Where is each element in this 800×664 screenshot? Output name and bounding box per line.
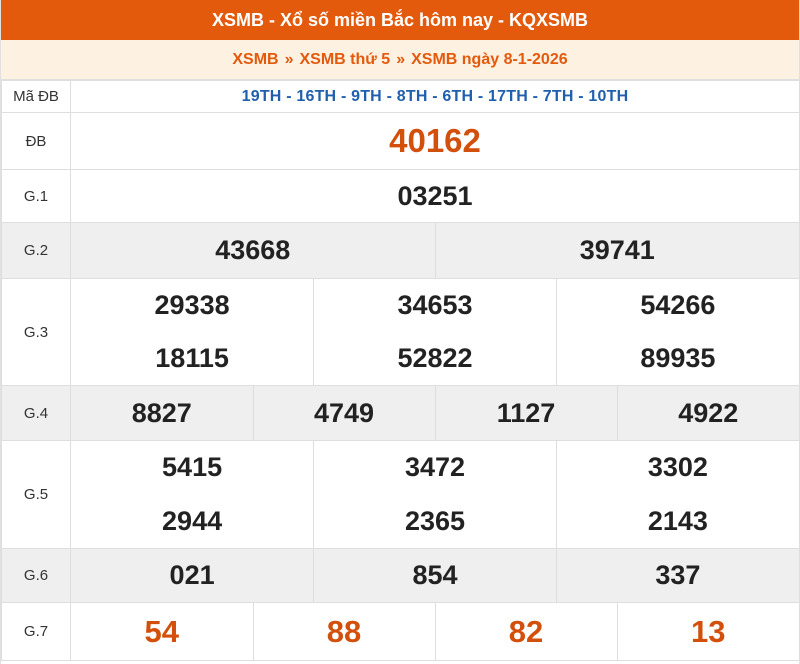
prize-g5-number: 3472 — [313, 441, 557, 494]
row-ma-db: Mã ĐB 19TH - 16TH - 9TH - 8TH - 6TH - 17… — [1, 80, 800, 113]
prize-g6-number: 021 — [71, 549, 314, 602]
prize-db-number: 40162 — [70, 112, 800, 170]
label-g3: G.3 — [1, 278, 71, 386]
prize-g3-number: 34653 — [313, 279, 557, 332]
label-ma-db: Mã ĐB — [1, 80, 71, 113]
prize-g7-number: 13 — [616, 603, 799, 660]
row-g1: G.1 03251 — [1, 169, 800, 223]
prize-g5-number: 2944 — [162, 505, 223, 536]
label-g1: G.1 — [1, 169, 71, 223]
breadcrumb-link-xsmb[interactable]: XSMB — [232, 51, 278, 69]
prize-g4-number: 8827 — [71, 386, 253, 440]
special-codes: 19TH - 16TH - 9TH - 8TH - 6TH - 17TH - 7… — [70, 80, 800, 113]
row-g6: G.6 021 854 337 — [1, 548, 800, 603]
prize-g7-number: 54 — [144, 613, 179, 649]
prize-g5-number: 5415 — [162, 452, 223, 482]
breadcrumb-separator: » — [396, 50, 406, 68]
prize-g5-number: 2365 — [313, 494, 557, 548]
prize-g3-number: 89935 — [555, 332, 799, 385]
breadcrumb-separator: » — [284, 50, 294, 68]
prize-g1-number: 03251 — [70, 169, 800, 223]
results-table: Mã ĐB 19TH - 16TH - 9TH - 8TH - 6TH - 17… — [1, 80, 800, 661]
results-title: XSMB - Xổ số miền Bắc hôm nay - KQXSMB — [1, 0, 799, 40]
prize-g4-number: 4922 — [616, 386, 799, 440]
prize-g3-number: 18115 — [155, 343, 229, 373]
prize-g2-number: 43668 — [71, 223, 435, 278]
label-g6: G.6 — [1, 548, 71, 603]
breadcrumb: XSMB » XSMB thứ 5 » XSMB ngày 8-1-2026 — [1, 40, 799, 80]
prize-g4-number: 1127 — [434, 386, 617, 440]
prize-g6-number: 854 — [313, 549, 557, 602]
row-g4: G.4 8827 4749 1127 4922 — [1, 385, 800, 441]
row-db: ĐB 40162 — [1, 112, 800, 170]
prize-g3-number: 29338 — [154, 290, 230, 320]
row-g3: G.3 29338 34653 54266 18115 52822 89935 — [1, 278, 800, 386]
breadcrumb-link-xsmb-ngay[interactable]: XSMB ngày 8-1-2026 — [411, 51, 568, 69]
row-g2: G.2 43668 39741 — [1, 222, 800, 279]
row-g7: G.7 54 88 82 13 — [1, 602, 800, 661]
prize-g7-number: 88 — [252, 603, 435, 660]
prize-g3-number: 52822 — [313, 332, 557, 385]
label-db: ĐB — [1, 112, 71, 170]
prize-g4-number: 4749 — [252, 386, 435, 440]
prize-g2-number: 39741 — [434, 223, 799, 278]
prize-g3-number: 54266 — [555, 279, 799, 332]
prize-g7-number: 82 — [434, 603, 617, 660]
label-g7: G.7 — [1, 602, 71, 661]
prize-g5-number: 2143 — [555, 494, 799, 548]
breadcrumb-link-xsmb-thu-5[interactable]: XSMB thứ 5 — [300, 51, 391, 69]
lottery-results-widget: XSMB - Xổ số miền Bắc hôm nay - KQXSMB X… — [0, 0, 800, 664]
row-g5: G.5 5415 3472 3302 2944 2365 2143 — [1, 440, 800, 549]
prize-g6-number: 337 — [555, 549, 799, 602]
label-g5: G.5 — [1, 440, 71, 549]
label-g2: G.2 — [1, 222, 71, 279]
prize-g5-number: 3302 — [555, 441, 799, 494]
label-g4: G.4 — [1, 385, 71, 441]
